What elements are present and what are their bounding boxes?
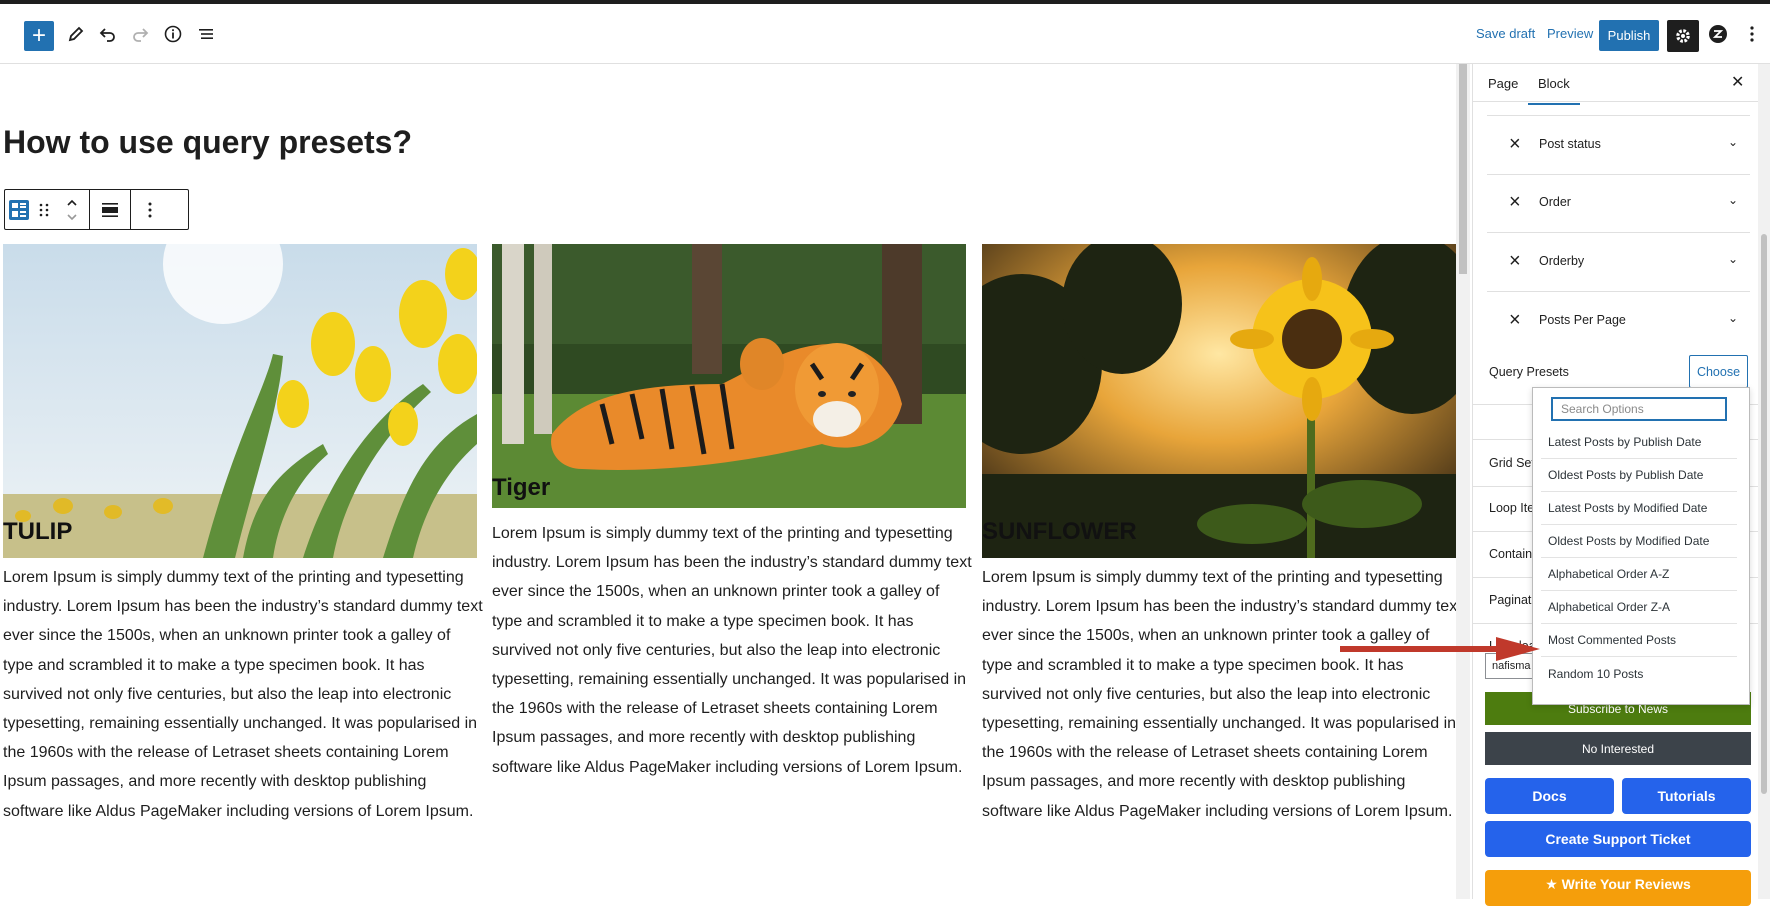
post-title-sunflower[interactable]: SUNFLOWER <box>982 518 1137 546</box>
section-label: Paginati <box>1489 593 1535 607</box>
post-excerpt-tulip: Lorem Ipsum is simply dummy text of the … <box>3 569 483 820</box>
option-alpha-za[interactable]: Alphabetical Order Z-A <box>1541 591 1737 624</box>
plugin-logo-icon[interactable] <box>1706 22 1730 46</box>
list-view-icon[interactable] <box>194 22 218 46</box>
canvas-scrollbar[interactable] <box>1456 64 1470 899</box>
chevron-down-icon[interactable]: ⌄ <box>1728 135 1738 149</box>
option-oldest-publish[interactable]: Oldest Posts by Publish Date <box>1541 459 1737 492</box>
chevron-down-icon[interactable]: ⌄ <box>1728 311 1738 325</box>
not-interested-button[interactable]: No Interested <box>1485 732 1751 765</box>
filter-label: Posts Per Page <box>1539 313 1626 327</box>
move-up-down-icon[interactable] <box>55 190 89 229</box>
chevron-down-icon[interactable]: ⌄ <box>1728 193 1738 207</box>
review-label: Write Your Reviews <box>1561 876 1691 892</box>
block-options-icon[interactable] <box>131 190 169 229</box>
post-grid-block-icon[interactable] <box>5 190 33 229</box>
tiger-image[interactable] <box>492 244 966 508</box>
docs-button[interactable]: Docs <box>1485 778 1614 814</box>
option-alpha-az[interactable]: Alphabetical Order A-Z <box>1541 558 1737 591</box>
editor-top-bar: + Save draft Preview Publish <box>0 0 1770 64</box>
publish-button[interactable]: Publish <box>1599 20 1659 51</box>
remove-filter-icon[interactable]: × <box>1509 134 1521 154</box>
tutorials-button[interactable]: Tutorials <box>1622 778 1751 814</box>
settings-button[interactable] <box>1667 20 1699 52</box>
block-toolbar <box>4 189 189 230</box>
editor-canvas: How to use query presets? TULIP Tiger SU… <box>0 64 1456 899</box>
remove-filter-icon[interactable]: × <box>1509 310 1521 330</box>
annotation-arrow <box>1340 637 1540 666</box>
star-icon: ★ <box>1545 876 1562 892</box>
filter-order[interactable]: × Order ⌄ <box>1487 174 1750 233</box>
add-block-button[interactable]: + <box>24 21 54 51</box>
drag-handle-icon[interactable] <box>33 190 55 229</box>
option-latest-publish[interactable]: Latest Posts by Publish Date <box>1541 426 1737 459</box>
filter-label: Orderby <box>1539 254 1585 268</box>
post-title-tiger[interactable]: Tiger <box>492 474 550 502</box>
post-excerpt-sunflower: Lorem Ipsum is simply dummy text of the … <box>982 569 1456 820</box>
tulip-image[interactable] <box>3 244 477 558</box>
page-title[interactable]: How to use query presets? <box>3 124 412 161</box>
query-presets-dropdown: Latest Posts by Publish Date Oldest Post… <box>1532 387 1750 705</box>
plus-icon: + <box>31 22 46 49</box>
remove-filter-icon[interactable]: × <box>1509 251 1521 271</box>
align-icon[interactable] <box>90 190 130 229</box>
close-sidebar-button[interactable]: ✕ <box>1731 72 1744 92</box>
section-label: Contain <box>1489 547 1533 561</box>
option-oldest-modified[interactable]: Oldest Posts by Modified Date <box>1541 525 1737 558</box>
pencil-icon[interactable] <box>64 22 88 46</box>
query-presets-label: Query Presets <box>1489 365 1569 379</box>
post-title-tulip[interactable]: TULIP <box>3 518 72 546</box>
filter-orderby[interactable]: × Orderby ⌄ <box>1487 233 1750 292</box>
section-label: Loop Ite <box>1489 501 1535 515</box>
canvas-scrollbar-thumb[interactable] <box>1459 64 1467 274</box>
sidebar-scrollbar-thumb[interactable] <box>1761 234 1767 794</box>
gear-icon <box>1676 29 1690 43</box>
tab-divider <box>1473 101 1758 102</box>
sidebar-scrollbar[interactable] <box>1758 64 1770 899</box>
option-most-commented[interactable]: Most Commented Posts <box>1541 624 1737 657</box>
chevron-down-icon[interactable]: ⌄ <box>1728 252 1738 266</box>
preview-button[interactable]: Preview <box>1547 26 1593 41</box>
sunflower-image[interactable] <box>982 244 1456 558</box>
option-latest-modified[interactable]: Latest Posts by Modified Date <box>1541 492 1737 525</box>
post-excerpt-tiger: Lorem Ipsum is simply dummy text of the … <box>492 525 972 776</box>
option-random-10[interactable]: Random 10 Posts <box>1541 657 1737 690</box>
save-draft-button[interactable]: Save draft <box>1476 26 1535 41</box>
undo-icon[interactable] <box>96 22 120 46</box>
section-label: Grid Set <box>1489 456 1535 470</box>
filter-label: Post status <box>1539 137 1601 151</box>
choose-preset-button[interactable]: Choose <box>1689 355 1748 388</box>
filter-label: Order <box>1539 195 1571 209</box>
search-options-input[interactable] <box>1551 397 1727 421</box>
write-review-button[interactable]: ★ Write Your Reviews <box>1485 870 1751 906</box>
kebab-menu-icon[interactable] <box>1740 22 1764 46</box>
close-icon: ✕ <box>1731 74 1745 91</box>
create-support-ticket-button[interactable]: Create Support Ticket <box>1485 821 1751 857</box>
info-icon[interactable] <box>161 22 185 46</box>
filter-post-status[interactable]: × Post status ⌄ <box>1487 115 1750 175</box>
redo-icon[interactable] <box>128 22 152 46</box>
filter-posts-per-page[interactable]: × Posts Per Page ⌄ <box>1487 292 1750 350</box>
tab-page[interactable]: Page <box>1488 76 1518 91</box>
remove-filter-icon[interactable]: × <box>1509 192 1521 212</box>
